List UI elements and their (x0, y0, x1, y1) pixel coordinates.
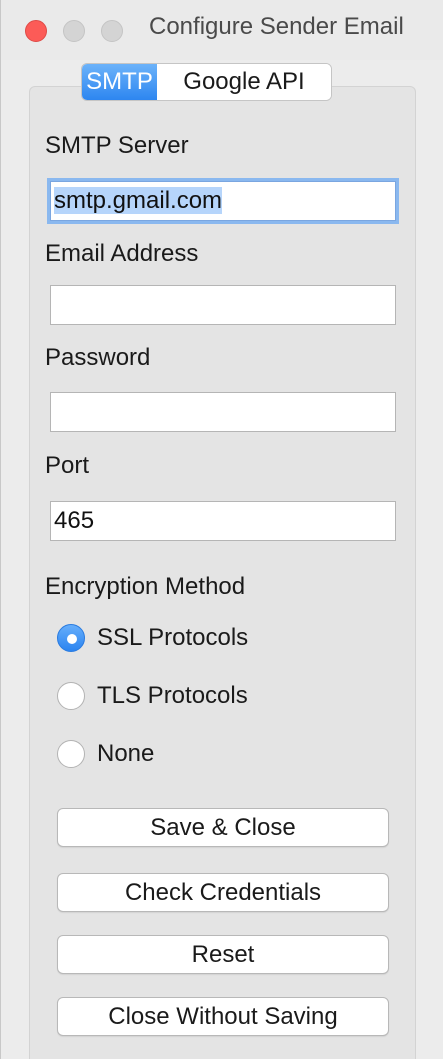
password-input[interactable] (50, 392, 396, 432)
title-bar: Configure Sender Email (1, 0, 443, 60)
reset-button[interactable]: Reset (57, 935, 389, 974)
email-address-label: Email Address (45, 240, 199, 267)
tab-bar: SMTP Google API (81, 63, 332, 101)
window: Configure Sender Email SMTP Google API S… (0, 0, 443, 1059)
radio-unselected-icon[interactable] (57, 682, 85, 710)
smtp-server-value: smtp.gmail.com (54, 187, 223, 214)
radio-none-label: None (97, 740, 155, 767)
tab-google-api[interactable]: Google API (157, 64, 331, 100)
minimize-window-icon[interactable] (63, 20, 85, 42)
radio-ssl-label: SSL Protocols (97, 624, 249, 651)
close-window-icon[interactable] (25, 20, 47, 42)
password-label: Password (45, 344, 151, 371)
radio-tls-protocols[interactable]: TLS Protocols (57, 682, 248, 710)
radio-tls-label: TLS Protocols (97, 682, 248, 709)
window-title: Configure Sender Email (149, 13, 404, 40)
radio-ssl-protocols[interactable]: SSL Protocols (57, 624, 248, 652)
email-address-input[interactable] (50, 285, 396, 325)
encryption-method-label: Encryption Method (45, 573, 246, 600)
tab-smtp[interactable]: SMTP (82, 64, 157, 100)
port-label: Port (45, 452, 90, 479)
smtp-server-input[interactable]: smtp.gmail.com (47, 178, 399, 224)
smtp-server-label: SMTP Server (45, 132, 189, 159)
zoom-window-icon[interactable] (101, 20, 123, 42)
close-without-saving-button[interactable]: Close Without Saving (57, 997, 389, 1036)
check-credentials-button[interactable]: Check Credentials (57, 873, 389, 912)
radio-selected-icon[interactable] (57, 624, 85, 652)
save-close-button[interactable]: Save & Close (57, 808, 389, 847)
port-input[interactable]: 465 (50, 501, 396, 541)
radio-unselected-icon[interactable] (57, 740, 85, 768)
radio-none[interactable]: None (57, 740, 154, 768)
